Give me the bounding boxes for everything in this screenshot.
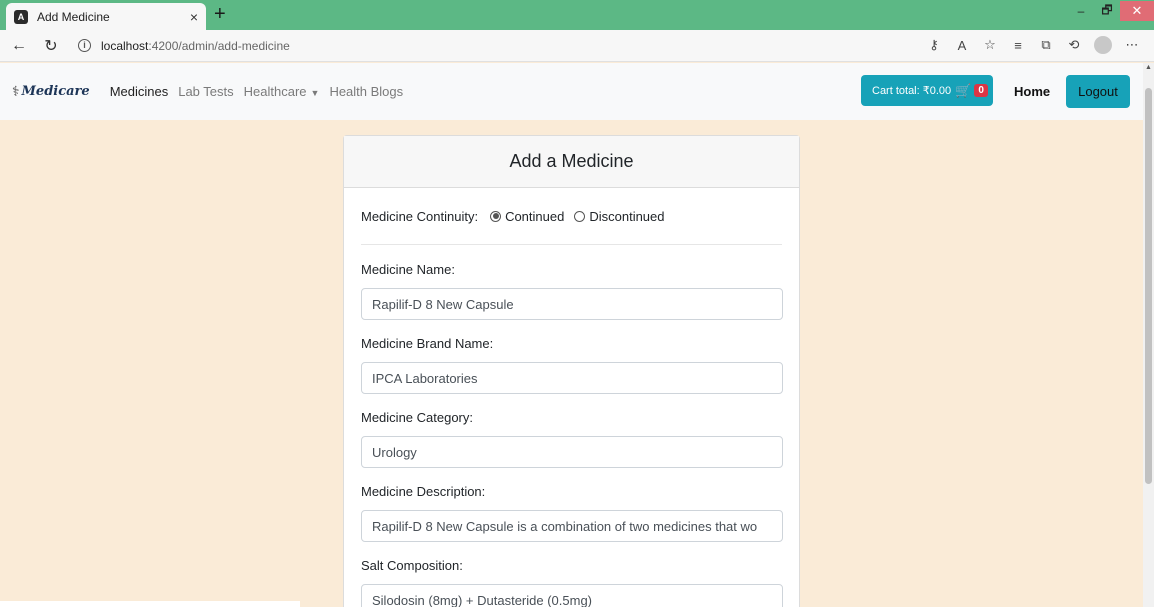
tab-title: Add Medicine <box>37 9 110 24</box>
salt-composition-label: Salt Composition: <box>361 558 463 573</box>
favorites-bar-icon[interactable]: ≡ <box>1004 38 1032 53</box>
back-arrow-icon[interactable]: ← <box>6 37 32 55</box>
medicine-name-input[interactable]: Rapilif-D 8 New Capsule <box>361 288 783 320</box>
continuity-row: Medicine Continuity: Continued Discontin… <box>361 188 782 245</box>
medicine-name-label: Medicine Name: <box>361 262 455 277</box>
app-navbar: ⚕ Medicare Medicines Lab Tests Healthcar… <box>0 63 1143 120</box>
url-field[interactable]: i localhost :4200/admin/add-medicine <box>78 39 290 53</box>
card-header: Add a Medicine <box>344 136 799 188</box>
window-close-button[interactable]: ✕ <box>1120 1 1154 21</box>
password-key-icon[interactable]: ⚷ <box>920 37 948 53</box>
refresh-icon[interactable]: ↻ <box>38 36 64 56</box>
cart-total-label: Cart total: ₹0.00 <box>872 85 952 97</box>
profile-avatar[interactable] <box>1094 36 1112 54</box>
cart-count-badge: 0 <box>974 84 988 97</box>
description-input[interactable]: Rapilif-D 8 New Capsule is a combination… <box>361 510 783 542</box>
description-label: Medicine Description: <box>361 484 486 499</box>
collections-icon[interactable]: ⧉ <box>1032 37 1060 53</box>
nav-link-medicines[interactable]: Medicines <box>110 84 169 99</box>
discontinued-label[interactable]: Discontinued <box>589 209 664 224</box>
brand-name-label: Medicine Brand Name: <box>361 336 494 351</box>
card-body: Medicine Continuity: Continued Discontin… <box>344 188 799 607</box>
nav-link-health-blogs[interactable]: Health Blogs <box>329 84 403 99</box>
browser-toolbar-icons: ⚷ A ☆ ≡ ⧉ ⟲ ⋯ <box>920 36 1146 54</box>
brand-name-input[interactable]: IPCA Laboratories <box>361 362 783 394</box>
home-link[interactable]: Home <box>1014 84 1050 99</box>
page-title: Add a Medicine <box>509 151 634 171</box>
continued-label[interactable]: Continued <box>505 209 564 224</box>
read-aloud-icon[interactable]: A <box>948 38 976 53</box>
url-path: :4200/admin/add-medicine <box>148 38 290 53</box>
window-controls: – 🗗 ✕ <box>1068 0 1154 22</box>
cart-icon: 🛒 <box>955 82 972 98</box>
logout-button[interactable]: Logout <box>1066 75 1130 108</box>
info-icon[interactable]: i <box>78 39 91 52</box>
angular-favicon-icon: A <box>14 9 28 24</box>
nav-link-healthcare-label: Healthcare <box>243 84 307 99</box>
favorites-icon[interactable]: ☆ <box>976 37 1004 53</box>
scroll-up-icon[interactable]: ▲ <box>1143 63 1154 73</box>
category-label: Medicine Category: <box>361 410 473 425</box>
caret-down-icon: ▼ <box>310 88 320 98</box>
close-tab-icon[interactable]: × <box>190 9 198 25</box>
cart-button[interactable]: Cart total: ₹0.00 🛒 0 <box>861 75 993 106</box>
nav-link-healthcare[interactable]: Healthcare ▼ <box>244 84 320 99</box>
continued-radio[interactable] <box>490 210 502 222</box>
page-scrollbar[interactable]: ▲ <box>1143 63 1154 607</box>
discontinued-radio[interactable] <box>574 210 586 222</box>
brand-logo[interactable]: ⚕ Medicare <box>12 83 90 100</box>
restore-button[interactable]: 🗗 <box>1094 1 1120 22</box>
new-tab-button[interactable]: + <box>214 4 226 24</box>
category-input[interactable]: Urology <box>361 436 783 468</box>
address-bar: ← ↻ i localhost :4200/admin/add-medicine… <box>0 30 1154 62</box>
add-medicine-card: Add a Medicine Medicine Continuity: Cont… <box>343 135 800 607</box>
more-options-icon[interactable]: ⋯ <box>1118 37 1146 53</box>
nav-link-lab-tests[interactable]: Lab Tests <box>178 84 233 99</box>
status-bar <box>0 601 300 607</box>
continuity-label: Medicine Continuity: <box>361 208 479 224</box>
url-host: localhost <box>101 38 149 53</box>
browser-tab-strip: A Add Medicine × + – 🗗 ✕ <box>0 0 1154 30</box>
scroll-thumb[interactable] <box>1145 88 1152 484</box>
caduceus-icon: ⚕ <box>12 83 20 99</box>
browser-tab[interactable]: A Add Medicine × <box>6 3 206 30</box>
brand-name: Medicare <box>21 84 90 99</box>
salt-composition-input[interactable]: Silodosin (8mg) + Dutasteride (0.5mg) <box>361 584 783 607</box>
history-icon[interactable]: ⟲ <box>1060 37 1088 53</box>
minimize-button[interactable]: – <box>1068 4 1094 18</box>
